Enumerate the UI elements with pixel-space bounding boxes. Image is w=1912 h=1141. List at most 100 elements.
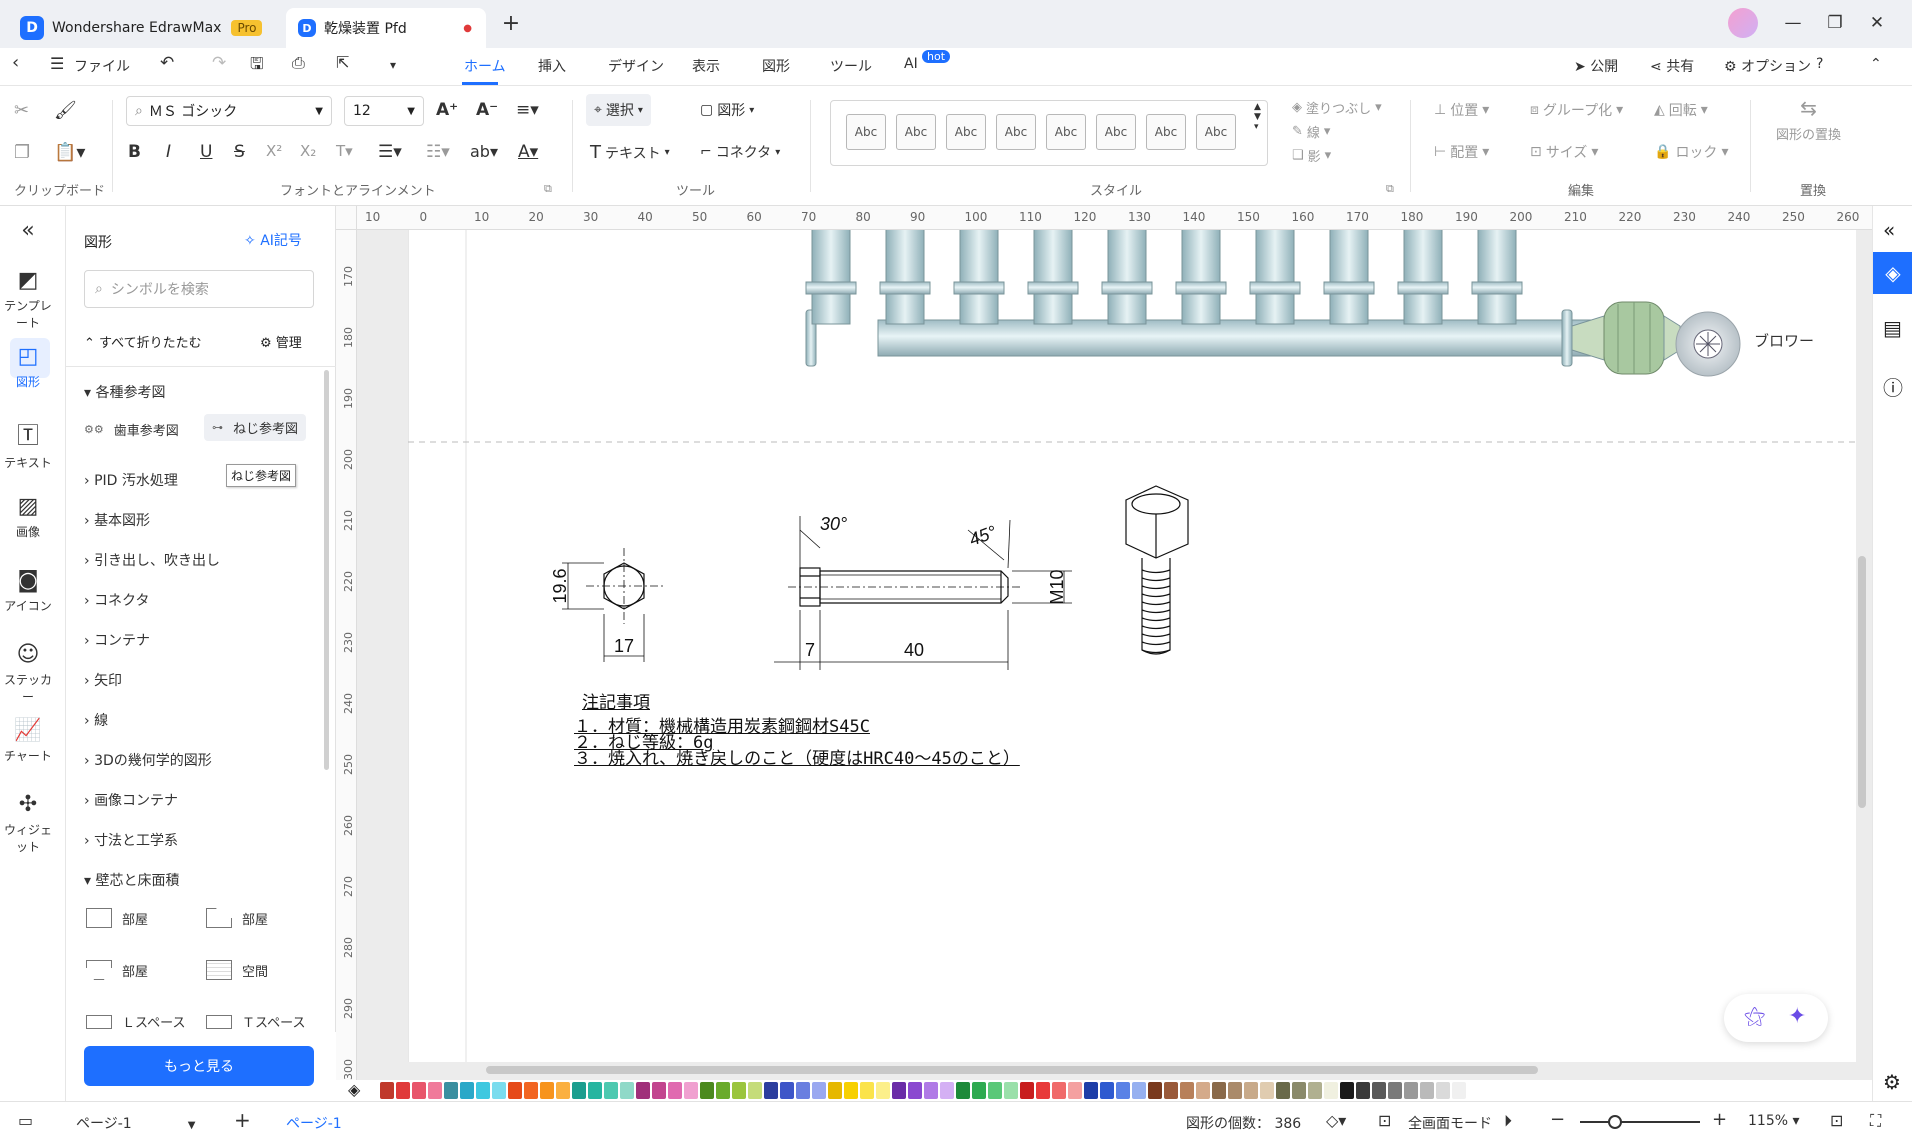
color-swatch[interactable] (796, 1082, 810, 1099)
sparkle-icon[interactable]: ✦ (1788, 1004, 1806, 1029)
category-item[interactable]: › PID 汚水処理 (84, 470, 178, 490)
nav-icons[interactable]: ◙ アイコン (0, 568, 56, 614)
italic-icon[interactable]: I (166, 142, 171, 162)
category-item[interactable]: › コネクタ (84, 590, 150, 610)
align-button[interactable]: ⊢ 配置 ▾ (1434, 142, 1489, 162)
color-swatch[interactable] (860, 1082, 874, 1099)
shape-tool-button[interactable]: ▢ 図形 ▾ (700, 100, 754, 120)
color-swatch[interactable] (716, 1082, 730, 1099)
expand-icon[interactable]: ⛶ (1870, 1111, 1881, 1131)
dialog-launcher-icon[interactable]: ⧉ (1386, 182, 1394, 196)
shape-screw-reference[interactable]: ⊶ ねじ参考図 (204, 414, 307, 441)
color-swatch[interactable] (1100, 1082, 1114, 1099)
minimize-icon[interactable]: — (1778, 10, 1808, 36)
nav-stickers[interactable]: ☺ ステッカー (0, 642, 56, 705)
style-preset[interactable]: Abc (996, 114, 1036, 150)
line-spacing-icon[interactable]: ☰▾ (378, 142, 402, 162)
text-case-icon[interactable]: T▾ (336, 142, 353, 160)
zoom-in-icon[interactable]: + (1712, 1109, 1727, 1130)
size-button[interactable]: ⊡ サイズ ▾ (1530, 142, 1598, 162)
back-icon[interactable]: ‹ (12, 52, 19, 73)
style-preset[interactable]: Abc (896, 114, 936, 150)
color-swatch[interactable] (572, 1082, 586, 1099)
expand-panel-icon[interactable]: « (1883, 218, 1895, 242)
font-color-icon[interactable]: A▾ (518, 142, 538, 162)
color-swatch[interactable] (1036, 1082, 1050, 1099)
color-swatch[interactable] (668, 1082, 682, 1099)
shape-gear-reference[interactable]: ⚙⚙ 歯車参考図 (84, 420, 179, 439)
menu-file[interactable]: ファイル (74, 56, 130, 76)
color-swatch[interactable] (828, 1082, 842, 1099)
color-swatch[interactable] (908, 1082, 922, 1099)
drawing-page[interactable]: ブロワー 19.6 17 30° 45° 7 40 M10 注記事項 １．材質：… (407, 219, 1856, 1062)
color-swatch[interactable] (1404, 1082, 1418, 1099)
color-swatch[interactable] (876, 1082, 890, 1099)
publish-button[interactable]: ➤ 公開 (1574, 56, 1618, 76)
group-button[interactable]: ⧈ グループ化 ▾ (1530, 100, 1623, 120)
color-swatch[interactable] (1324, 1082, 1338, 1099)
shadow-button[interactable]: ❑ 影 ▾ (1292, 146, 1331, 165)
ai-symbol-button[interactable]: ✧ AI記号 (244, 230, 302, 250)
color-swatch[interactable] (1132, 1082, 1146, 1099)
zoom-out-icon[interactable]: − (1550, 1109, 1565, 1130)
dialog-launcher-icon[interactable]: ⧉ (544, 182, 552, 196)
color-swatch[interactable] (636, 1082, 650, 1099)
color-swatch[interactable] (1084, 1082, 1098, 1099)
menu-tools[interactable]: ツール (830, 56, 872, 76)
zoom-slider-track[interactable] (1580, 1121, 1700, 1123)
nav-shapes[interactable]: ◰ 図形 (0, 344, 56, 390)
style-preset[interactable]: Abc (846, 114, 886, 150)
color-swatch[interactable] (684, 1082, 698, 1099)
bullets-icon[interactable]: ☷▾ (426, 142, 450, 162)
color-swatch[interactable] (1180, 1082, 1194, 1099)
color-swatch[interactable] (700, 1082, 714, 1099)
color-swatch[interactable] (652, 1082, 666, 1099)
category-item[interactable]: › 引き出し、吹き出し (84, 550, 220, 570)
line-button[interactable]: ✎ 線 ▾ (1292, 122, 1330, 141)
play-icon[interactable]: ⏵ (1504, 1111, 1512, 1131)
position-button[interactable]: ⊥ 位置 ▾ (1434, 100, 1489, 120)
color-swatch[interactable] (1004, 1082, 1018, 1099)
panel-scrollbar[interactable] (324, 370, 329, 770)
underline-icon[interactable]: U (200, 142, 212, 162)
style-preset[interactable]: Abc (1146, 114, 1186, 150)
color-swatch[interactable] (924, 1082, 938, 1099)
print-icon[interactable]: ⎙ (292, 53, 305, 73)
font-size-select[interactable]: 12 ▼ (344, 96, 424, 126)
page-select[interactable]: ページ-1 ▼ (76, 1113, 195, 1133)
fit-page-icon[interactable]: ⊡ (1378, 1111, 1391, 1130)
color-swatch[interactable] (1228, 1082, 1242, 1099)
color-swatch[interactable] (764, 1082, 778, 1099)
bold-icon[interactable]: B (128, 142, 141, 162)
color-swatch[interactable] (476, 1082, 490, 1099)
connector-tool-button[interactable]: ⌐ コネクタ ▾ (700, 142, 780, 162)
fullscreen-mode[interactable]: 全画面モード (1408, 1113, 1492, 1133)
page-tab[interactable]: ページ-1 (286, 1113, 342, 1133)
nav-text[interactable]: 🅃 テキスト (0, 418, 56, 471)
color-swatch[interactable] (1116, 1082, 1130, 1099)
color-swatch[interactable] (1244, 1082, 1258, 1099)
color-swatch[interactable] (748, 1082, 762, 1099)
strikethrough-icon[interactable]: S (234, 142, 245, 162)
color-swatch[interactable] (1052, 1082, 1066, 1099)
app-tab[interactable]: D Wondershare EdrawMax Pro (8, 8, 274, 48)
rotate-button[interactable]: ◭ 回転 ▾ (1654, 100, 1708, 120)
color-swatch[interactable] (780, 1082, 794, 1099)
color-swatch[interactable] (988, 1082, 1002, 1099)
menu-home[interactable]: ホーム (464, 56, 506, 76)
superscript-icon[interactable]: X² (266, 142, 282, 160)
page-settings-icon[interactable]: ▤ (1883, 316, 1902, 340)
document-tab[interactable]: D 乾燥装置 Pfd ● (286, 8, 486, 48)
color-swatch[interactable] (1340, 1082, 1354, 1099)
category-item[interactable]: › 線 (84, 710, 108, 730)
color-swatch[interactable] (1356, 1082, 1370, 1099)
menu-ai[interactable]: AI (904, 56, 918, 72)
shape-t-space[interactable]: Ｔスペース (206, 1012, 305, 1031)
color-swatch[interactable] (732, 1082, 746, 1099)
color-swatch[interactable] (1292, 1082, 1306, 1099)
color-swatch[interactable] (460, 1082, 474, 1099)
color-swatch[interactable] (524, 1082, 538, 1099)
collapse-panel-icon[interactable]: « (0, 218, 56, 243)
menu-view[interactable]: 表示 (692, 56, 720, 76)
shape-space[interactable]: 空間 (206, 960, 268, 980)
